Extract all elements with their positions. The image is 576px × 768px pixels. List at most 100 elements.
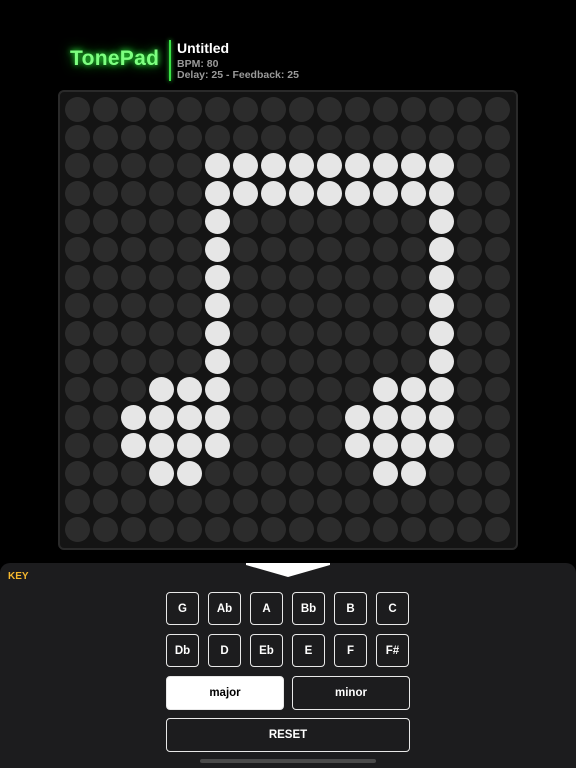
pad-cell[interactable] [485,209,510,234]
pad-cell[interactable] [457,181,482,206]
pad-cell[interactable] [429,293,454,318]
pad-cell[interactable] [429,377,454,402]
pad-cell[interactable] [289,97,314,122]
pad-cell[interactable] [373,125,398,150]
pad-cell[interactable] [401,237,426,262]
pad-cell[interactable] [93,181,118,206]
pad-cell[interactable] [65,321,90,346]
pad-cell[interactable] [485,433,510,458]
pad-cell[interactable] [261,293,286,318]
pad-cell[interactable] [121,433,146,458]
pad-cell[interactable] [93,433,118,458]
pad-cell[interactable] [121,293,146,318]
pad-cell[interactable] [261,237,286,262]
pad-cell[interactable] [149,97,174,122]
pad-cell[interactable] [485,181,510,206]
pad-cell[interactable] [93,265,118,290]
pad-cell[interactable] [485,321,510,346]
pad-cell[interactable] [345,125,370,150]
pad-cell[interactable] [401,377,426,402]
pad-cell[interactable] [149,209,174,234]
pad-cell[interactable] [457,125,482,150]
pad-cell[interactable] [429,181,454,206]
pad-cell[interactable] [121,349,146,374]
pad-cell[interactable] [429,405,454,430]
pad-cell[interactable] [289,321,314,346]
pad-cell[interactable] [205,433,230,458]
pad-cell[interactable] [93,405,118,430]
pad-cell[interactable] [177,265,202,290]
pad-cell[interactable] [93,489,118,514]
pad-cell[interactable] [93,237,118,262]
note-button-db[interactable]: Db [166,634,199,667]
pad-cell[interactable] [205,293,230,318]
pad-cell[interactable] [93,97,118,122]
pad-cell[interactable] [457,405,482,430]
pad-cell[interactable] [401,265,426,290]
pad-cell[interactable] [485,461,510,486]
pad-cell[interactable] [457,461,482,486]
pad-cell[interactable] [233,181,258,206]
pad-cell[interactable] [317,265,342,290]
pad-cell[interactable] [429,461,454,486]
pad-cell[interactable] [261,405,286,430]
pad-cell[interactable] [373,461,398,486]
note-button-d[interactable]: D [208,634,241,667]
pad-cell[interactable] [485,125,510,150]
pad-cell[interactable] [261,209,286,234]
pad-cell[interactable] [457,293,482,318]
pad-cell[interactable] [373,209,398,234]
pad-cell[interactable] [401,321,426,346]
pad-cell[interactable] [121,97,146,122]
pad-cell[interactable] [93,293,118,318]
pad-cell[interactable] [261,489,286,514]
pad-cell[interactable] [177,97,202,122]
pad-cell[interactable] [317,433,342,458]
pad-cell[interactable] [177,237,202,262]
pad-cell[interactable] [149,293,174,318]
pad-cell[interactable] [289,293,314,318]
pad-cell[interactable] [233,237,258,262]
pad-cell[interactable] [373,433,398,458]
pad-cell[interactable] [261,321,286,346]
pad-cell[interactable] [233,153,258,178]
pad-cell[interactable] [177,405,202,430]
pad-cell[interactable] [121,377,146,402]
pad-cell[interactable] [401,405,426,430]
pad-cell[interactable] [289,349,314,374]
pad-cell[interactable] [457,377,482,402]
pad-cell[interactable] [485,489,510,514]
pad-cell[interactable] [149,237,174,262]
pad-cell[interactable] [233,97,258,122]
pad-cell[interactable] [429,321,454,346]
pad-cell[interactable] [205,153,230,178]
pad-cell[interactable] [429,237,454,262]
pad-cell[interactable] [65,125,90,150]
pad-cell[interactable] [317,181,342,206]
pad-cell[interactable] [121,237,146,262]
pad-cell[interactable] [65,237,90,262]
pad-cell[interactable] [373,517,398,542]
pad-cell[interactable] [261,265,286,290]
pad-cell[interactable] [93,377,118,402]
pad-cell[interactable] [401,461,426,486]
pad-cell[interactable] [233,125,258,150]
pad-cell[interactable] [177,209,202,234]
pad-cell[interactable] [149,433,174,458]
pad-cell[interactable] [233,377,258,402]
pad-cell[interactable] [317,405,342,430]
note-button-c[interactable]: C [376,592,409,625]
pad-cell[interactable] [205,237,230,262]
pad-cell[interactable] [401,125,426,150]
note-button-a[interactable]: A [250,592,283,625]
pad-cell[interactable] [233,293,258,318]
pad-cell[interactable] [429,153,454,178]
pad-cell[interactable] [401,489,426,514]
pad-cell[interactable] [149,461,174,486]
pad-cell[interactable] [93,349,118,374]
pad-cell[interactable] [65,517,90,542]
pad-cell[interactable] [149,517,174,542]
pad-cell[interactable] [177,517,202,542]
pad-cell[interactable] [485,405,510,430]
pad-cell[interactable] [177,321,202,346]
